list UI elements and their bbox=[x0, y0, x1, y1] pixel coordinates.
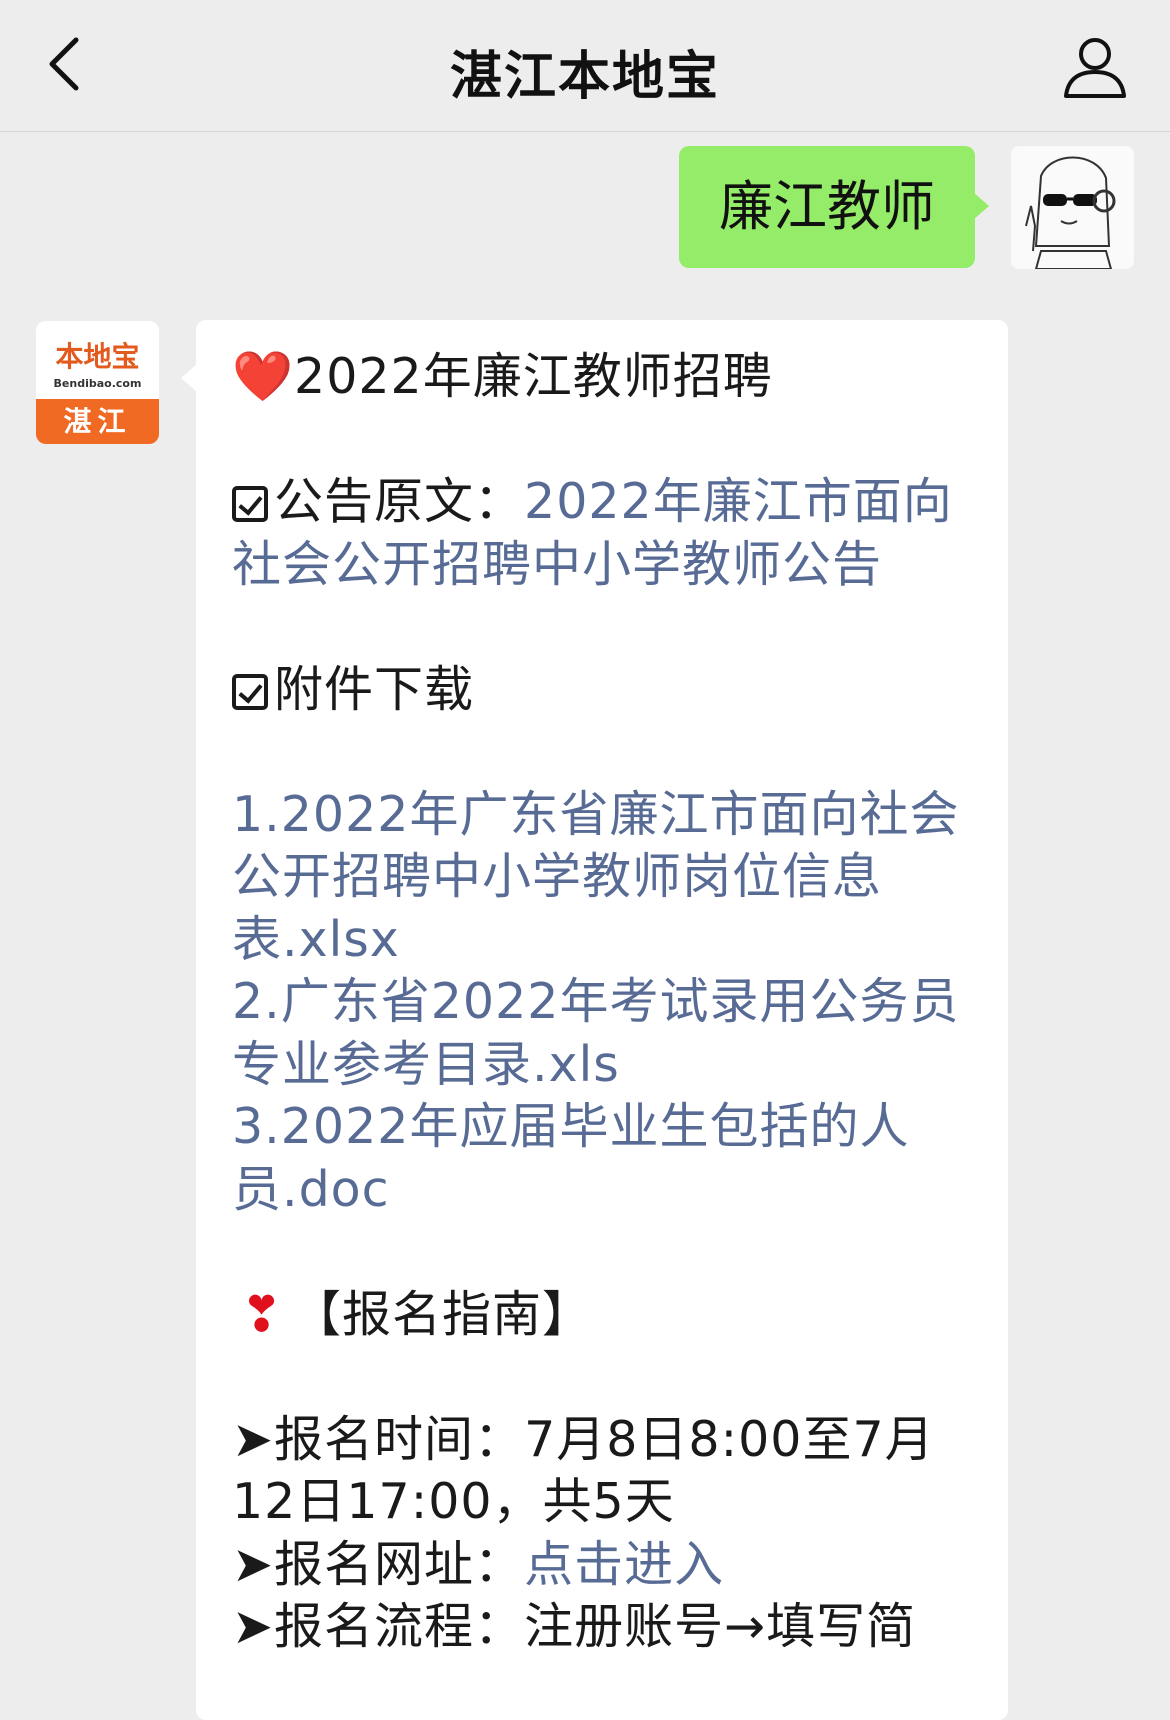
attachments-label: 附件下载 bbox=[274, 660, 475, 718]
user-avatar-illustration bbox=[1011, 146, 1134, 269]
user-message-bubble[interactable]: 廉江教师 bbox=[679, 146, 989, 268]
brand-logo: 本地宝 Bendibao.com bbox=[36, 321, 159, 399]
guide-title: 【报名指南】 bbox=[292, 1285, 593, 1343]
page-title: 湛江本地宝 bbox=[449, 47, 720, 107]
flow-value: 注册账号→填写简 bbox=[524, 1598, 917, 1655]
exclamation-heart-icon: ❣ bbox=[240, 1285, 284, 1343]
checkbox-icon bbox=[232, 673, 268, 710]
notice-label: 公告原文： bbox=[274, 473, 525, 530]
user-message-text: 廉江教师 bbox=[719, 175, 935, 238]
attachment-link[interactable]: 3.2022年应届毕业生包括的人员.doc bbox=[232, 1096, 972, 1221]
registration-time: ➤报名时间：7月8日8:00至7月12日17:00，共5天 bbox=[232, 1409, 972, 1534]
message-title: ❤️2022年廉江教师招聘 bbox=[232, 346, 972, 409]
flow-label: ➤报名流程： bbox=[232, 1598, 525, 1655]
top-navigation-bar: 湛江本地宝 bbox=[0, 0, 1170, 132]
attachments-heading: 附件下载 bbox=[232, 659, 972, 722]
attachment-link[interactable]: 1.2022年广东省廉江市面向社会公开招聘中小学教师岗位信息表.xlsx bbox=[232, 784, 972, 972]
brand-domain: Bendibao.com bbox=[53, 377, 142, 390]
brand-city: 湛江 bbox=[36, 399, 159, 444]
site-label: ➤报名网址： bbox=[232, 1535, 525, 1593]
bot-message-bubble: ❤️2022年廉江教师招聘 公告原文：2022年廉江市面向社会公开招聘中小学教师… bbox=[181, 320, 1008, 1720]
brand-name: 本地宝 bbox=[55, 340, 140, 373]
registration-site: ➤报名网址：点击进入 bbox=[232, 1534, 972, 1597]
user-icon[interactable] bbox=[1062, 34, 1128, 100]
attachment-link[interactable]: 2.广东省2022年考试录用公务员专业参考目录.xls bbox=[232, 971, 972, 1096]
site-link[interactable]: 点击进入 bbox=[524, 1536, 724, 1593]
notice-line: 公告原文：2022年廉江市面向社会公开招聘中小学教师公告 bbox=[232, 471, 972, 596]
checkbox-icon bbox=[232, 486, 268, 522]
registration-flow: ➤报名流程：注册账号→填写简 bbox=[232, 1596, 972, 1659]
guide-heading: ❣ 【报名指南】 bbox=[232, 1284, 972, 1347]
time-label: ➤报名时间： bbox=[232, 1410, 525, 1468]
avatar[interactable]: 本地宝 Bendibao.com 湛江 bbox=[36, 321, 159, 444]
message-title-text: 2022年廉江教师招聘 bbox=[294, 348, 773, 405]
avatar[interactable] bbox=[1011, 146, 1134, 269]
bot-message-content: ❤️2022年廉江教师招聘 公告原文：2022年廉江市面向社会公开招聘中小学教师… bbox=[232, 346, 972, 1659]
heart-icon: ❤️ bbox=[232, 348, 295, 405]
